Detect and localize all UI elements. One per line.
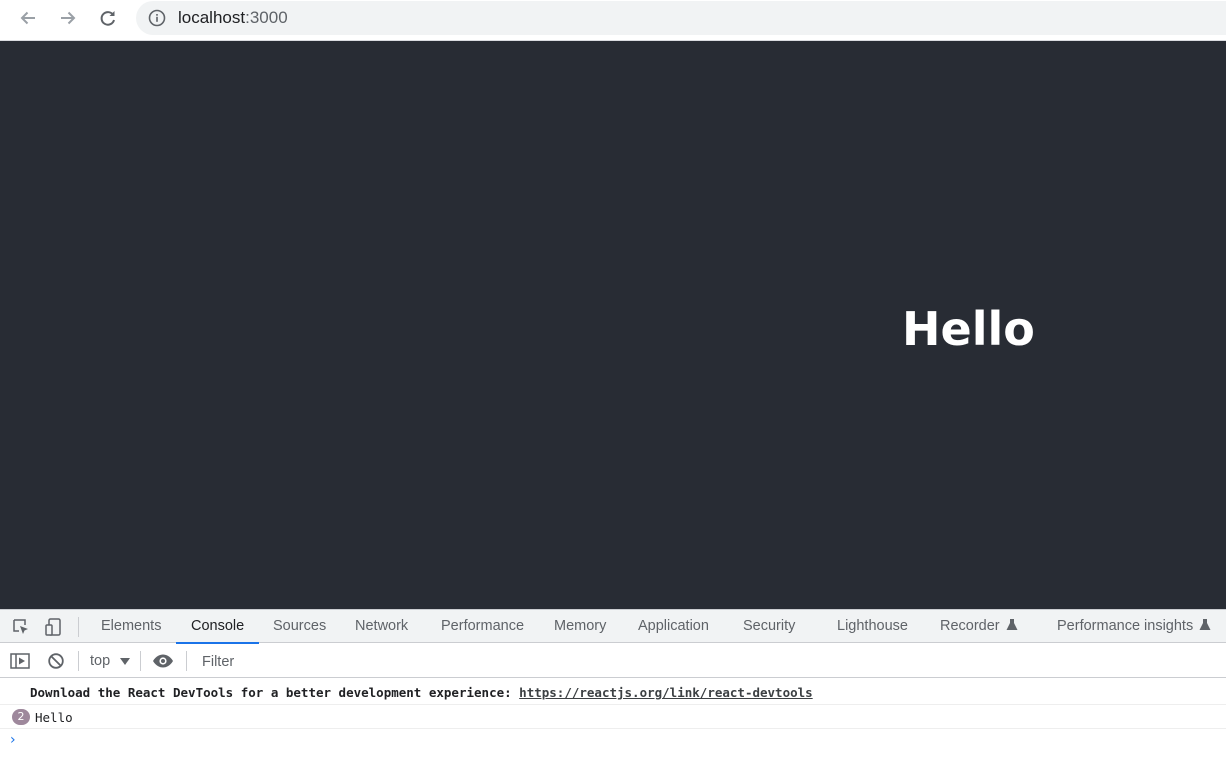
tab-label: Network	[355, 618, 409, 634]
device-icon	[45, 618, 61, 636]
toolbar-divider	[78, 651, 79, 671]
message-body: Download the React DevTools for a better…	[30, 685, 520, 700]
clear-console-button[interactable]	[45, 650, 67, 672]
tab-label: Lighthouse	[837, 618, 908, 634]
tab-performance-insights[interactable]: Performance insights	[1057, 610, 1211, 643]
eye-icon	[153, 654, 173, 668]
tab-label: Performance	[441, 618, 525, 634]
tab-label: Performance insights	[1057, 618, 1194, 634]
tab-label: Recorder	[940, 618, 1000, 634]
tab-network[interactable]: Network	[355, 610, 408, 643]
console-messages: Download the React DevTools for a better…	[0, 679, 1226, 748]
toolbar-divider	[186, 651, 187, 671]
context-value: top	[90, 653, 111, 669]
tab-elements[interactable]: Elements	[101, 610, 161, 643]
console-prompt[interactable]: ›	[10, 729, 1226, 751]
clear-console-icon	[48, 653, 64, 669]
react-devtools-link[interactable]: https://reactjs.org/link/react-devtools	[519, 685, 813, 700]
tab-security[interactable]: Security	[743, 610, 795, 643]
tab-sources[interactable]: Sources	[273, 610, 326, 643]
page-viewport: Hello	[0, 41, 1226, 609]
info-icon[interactable]	[148, 9, 166, 27]
tab-label: Console	[191, 618, 245, 634]
page-heading: Hello	[902, 302, 1035, 356]
device-toolbar-button[interactable]	[43, 616, 65, 638]
toolbar-divider	[140, 651, 141, 671]
browser-toolbar: localhost:3000	[0, 0, 1226, 41]
sidebar-toggle-icon	[10, 653, 30, 669]
console-message: Download the React DevTools for a better…	[0, 679, 1226, 705]
message-text: Hello	[35, 710, 73, 725]
toolbar-divider	[78, 617, 79, 637]
back-button[interactable]	[14, 5, 42, 31]
tab-memory[interactable]: Memory	[554, 610, 606, 643]
url-host: localhost	[178, 8, 246, 27]
devtools-tab-bar: Elements Console Sources Network Perform…	[0, 610, 1226, 644]
tab-lighthouse[interactable]: Lighthouse	[837, 610, 908, 643]
tab-label: Sources	[273, 618, 327, 634]
filter-input[interactable]	[196, 650, 1226, 674]
address-bar[interactable]: localhost:3000	[136, 1, 1226, 35]
prompt-chevron-icon: ›	[10, 732, 16, 748]
live-expression-button[interactable]	[152, 650, 174, 672]
experiment-flask-icon	[1199, 619, 1211, 630]
devtools-panel: Elements Console Sources Network Perform…	[0, 609, 1226, 770]
experiment-flask-icon	[1006, 619, 1018, 630]
forward-button[interactable]	[54, 5, 82, 31]
tab-label: Security	[743, 618, 796, 634]
tab-label: Memory	[554, 618, 607, 634]
tab-console[interactable]: Console	[176, 610, 260, 644]
inspect-cursor-icon	[13, 619, 28, 634]
tab-recorder[interactable]: Recorder	[940, 610, 1018, 643]
tab-application[interactable]: Application	[638, 610, 709, 643]
message-text: Download the React DevTools for a better…	[30, 685, 813, 700]
console-message: 2 Hello	[0, 705, 1226, 729]
reload-button[interactable]	[94, 5, 122, 31]
reload-icon	[100, 11, 115, 26]
chevron-down-icon	[120, 658, 130, 665]
show-sidebar-button[interactable]	[9, 650, 31, 672]
tab-label: Elements	[101, 618, 162, 634]
arrow-left-icon	[20, 11, 35, 25]
tab-performance[interactable]: Performance	[441, 610, 524, 643]
console-toolbar: top	[0, 644, 1226, 678]
repeat-count-badge: 2	[12, 709, 30, 725]
arrow-right-icon	[61, 11, 76, 25]
url-text: localhost:3000	[178, 9, 288, 27]
url-port: :3000	[245, 8, 288, 27]
tab-label: Application	[638, 618, 709, 634]
inspect-element-button[interactable]	[10, 616, 32, 638]
